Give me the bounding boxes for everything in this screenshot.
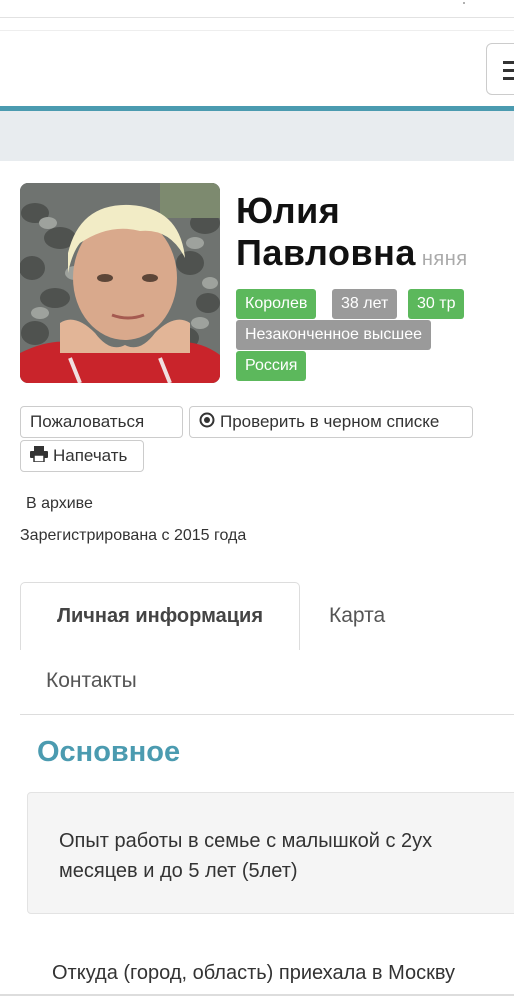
tab-personal-info[interactable]: Личная информация — [20, 582, 300, 650]
city-badge: Королев — [236, 289, 317, 319]
experience-text: Опыт работы в семье с малышкой с 2ух мес… — [59, 830, 433, 882]
browser-top-strip — [0, 0, 514, 18]
section-title: Основное — [37, 736, 181, 768]
salary-badge: 30 тр — [408, 289, 465, 319]
breadcrumb-band — [0, 111, 514, 161]
site-header — [0, 30, 514, 108]
bottom-divider — [0, 994, 514, 996]
first-name: Юлия — [236, 190, 341, 231]
registered-text: Зарегистрирована с 2015 года — [20, 527, 247, 544]
print-label: Напечать — [53, 446, 128, 465]
tab-personal-label: Личная информация — [56, 605, 264, 627]
education-badge: Незаконченное высшее — [236, 320, 432, 350]
role-label: няня — [421, 248, 468, 270]
middle-name: Павловна — [236, 232, 416, 273]
radio-target-icon — [199, 408, 215, 438]
report-button[interactable]: Пожаловаться — [20, 406, 183, 438]
blacklist-label: Проверить в черном списке — [220, 412, 440, 431]
citizenship-badge: Россия — [236, 351, 307, 381]
status-text: В архиве — [26, 495, 93, 512]
tab-map[interactable]: Карта — [329, 604, 385, 628]
menu-button[interactable] — [486, 43, 514, 95]
printer-icon — [30, 442, 48, 472]
profile-photo — [20, 183, 220, 383]
blacklist-check-button[interactable]: Проверить в черном списке — [189, 406, 473, 438]
overflow-dot — [463, 2, 465, 4]
print-button[interactable]: Напечать — [20, 440, 144, 472]
profile-name: Юлия Павловна няня — [236, 190, 506, 280]
report-label: Пожаловаться — [30, 412, 145, 431]
origin-question: Откуда (город, область) приехала в Москв… — [52, 962, 456, 984]
experience-box: Опыт работы в семье с малышкой с 2ух мес… — [27, 792, 514, 914]
age-badge: 38 лет — [332, 289, 398, 319]
tab-contacts[interactable]: Контакты — [46, 669, 137, 693]
tabs-divider — [20, 714, 514, 715]
page: Юлия Павловна няня Королев 38 лет 30 тр Н… — [0, 0, 514, 1000]
